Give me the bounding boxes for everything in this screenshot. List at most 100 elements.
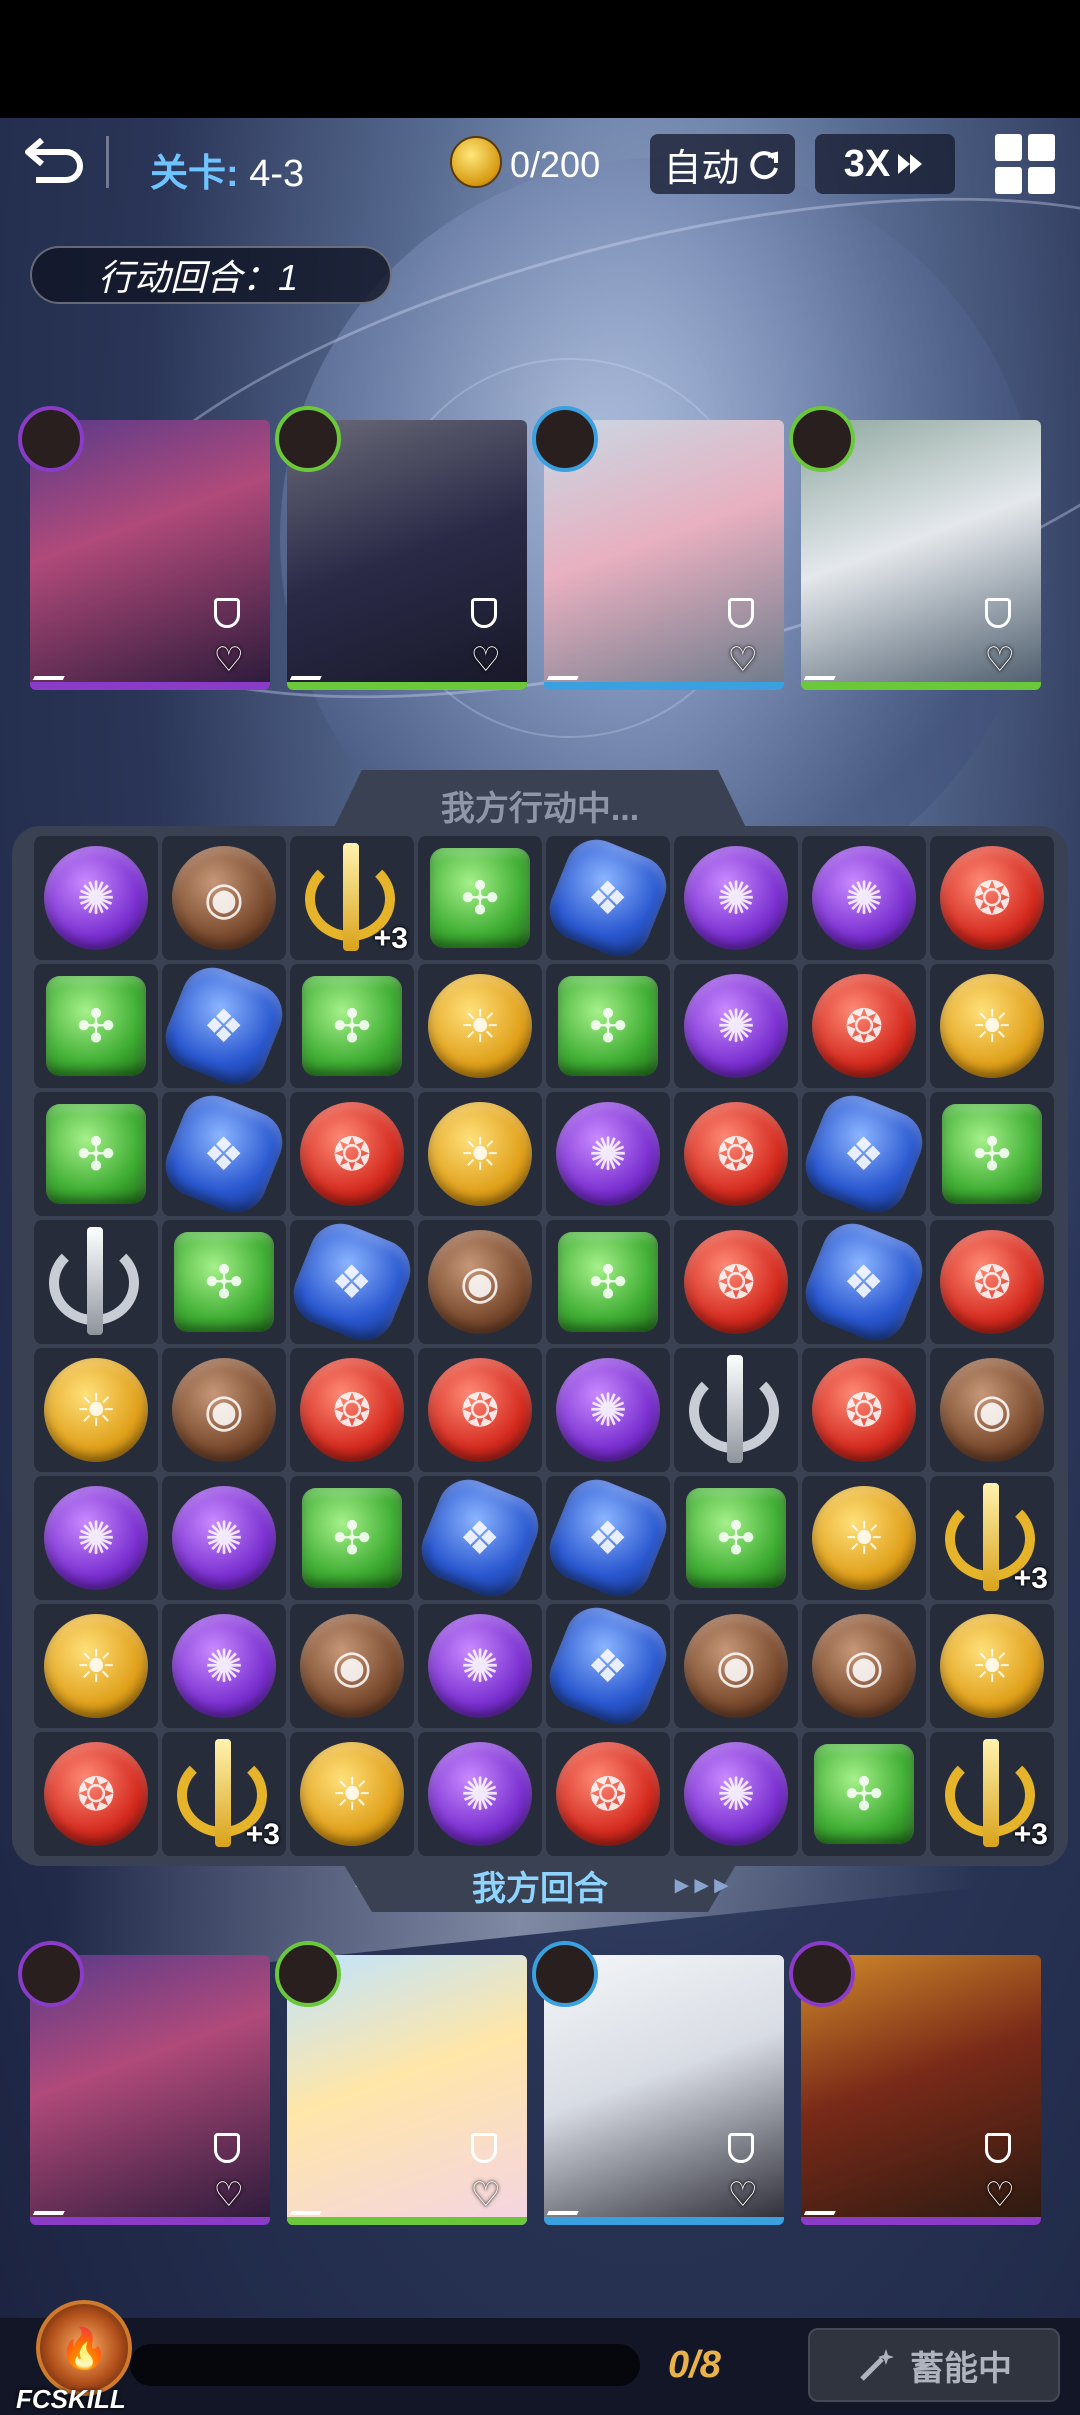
charging-button[interactable]: 蓄能中 (808, 2328, 1060, 2402)
element-strip (544, 682, 784, 690)
board-cell[interactable] (674, 1348, 798, 1472)
board-cell[interactable]: ◉ (162, 836, 286, 960)
board-cell[interactable]: ✣ (674, 1476, 798, 1600)
board-cell[interactable]: ☀ (290, 1732, 414, 1856)
board-cell[interactable]: ❖ (796, 1086, 932, 1222)
back-button[interactable] (22, 132, 86, 192)
back-arrow-icon (25, 137, 83, 183)
ally-card[interactable]: ♡ (789, 1941, 1041, 2225)
coin-icon (450, 136, 502, 188)
auto-button[interactable]: 自动 (650, 134, 795, 194)
board-cell[interactable]: +3 (162, 1732, 286, 1856)
board-cell[interactable]: ✣ (34, 1092, 158, 1216)
board-cell[interactable]: ☀ (930, 1604, 1054, 1728)
board-cell[interactable]: +3 (290, 836, 414, 960)
element-strip (287, 2217, 527, 2225)
board-cell[interactable]: ❖ (156, 958, 292, 1094)
red-gem-icon: ❂ (684, 1230, 788, 1334)
board-cell[interactable]: ◉ (802, 1604, 926, 1728)
board-cell[interactable]: ◉ (418, 1220, 542, 1344)
board-cell[interactable]: ❂ (546, 1732, 670, 1856)
board-cell[interactable]: ✺ (674, 964, 798, 1088)
enemy-card[interactable]: ♡ (532, 406, 784, 690)
hp-stat: ♡ (985, 640, 1023, 680)
fast-forward-icon (898, 154, 923, 174)
board-cell[interactable]: ✣ (290, 964, 414, 1088)
board-cell[interactable]: ✺ (418, 1604, 542, 1728)
action-turn-counter: 行动回合：1 (30, 246, 392, 304)
purple-gem-icon: ✺ (44, 1486, 148, 1590)
board-cell[interactable]: ❂ (34, 1732, 158, 1856)
board-cell[interactable]: ❂ (930, 1220, 1054, 1344)
board-cell[interactable]: ✣ (290, 1476, 414, 1600)
board-cell[interactable]: ✣ (34, 964, 158, 1088)
board-cell[interactable]: ❂ (418, 1348, 542, 1472)
board-cell[interactable] (34, 1220, 158, 1344)
ally-card[interactable]: ♡ (18, 1941, 270, 2225)
board-cell[interactable]: ✺ (546, 1092, 670, 1216)
board-cell[interactable]: ✺ (418, 1732, 542, 1856)
board-cell[interactable]: ☀ (34, 1604, 158, 1728)
board-cell[interactable]: ✣ (418, 836, 542, 960)
board-cell[interactable]: ☀ (418, 964, 542, 1088)
level-indicator: 关卡: 4-3 (150, 142, 304, 197)
board-cell[interactable]: ✺ (802, 836, 926, 960)
enemy-card[interactable]: ♡ (18, 406, 270, 690)
enemy-card[interactable]: ♡ (789, 406, 1041, 690)
hp-stat: ♡ (471, 640, 509, 680)
enemy-card[interactable]: ♡ (275, 406, 527, 690)
shield-icon (214, 598, 240, 628)
ally-card[interactable]: ♡ (275, 1941, 527, 2225)
board-cell[interactable]: ✺ (34, 836, 158, 960)
board-cell[interactable]: +3 (930, 1732, 1054, 1856)
board-cell[interactable]: ❂ (674, 1092, 798, 1216)
board-cell[interactable]: ❖ (540, 1470, 676, 1606)
board-cell[interactable]: ❂ (930, 836, 1054, 960)
heart-icon: ♡ (984, 2176, 1015, 2214)
board-cell[interactable]: ✣ (546, 964, 670, 1088)
ally-card[interactable]: ♡ (532, 1941, 784, 2225)
blue-gem-icon: ❖ (284, 1214, 420, 1350)
grid-menu-icon[interactable] (995, 134, 1055, 194)
green-gem-icon: ✣ (302, 976, 402, 1076)
board-cell[interactable]: ✺ (546, 1348, 670, 1472)
board-cell[interactable]: ❂ (290, 1092, 414, 1216)
board-cell[interactable]: ❖ (284, 1214, 420, 1350)
board-cell[interactable]: ❖ (412, 1470, 548, 1606)
shield-stat (214, 2133, 248, 2163)
board-cell[interactable]: ☀ (802, 1476, 926, 1600)
board-cell[interactable]: ☀ (34, 1348, 158, 1472)
board-cell[interactable]: ☀ (418, 1092, 542, 1216)
board-cell[interactable]: ✺ (162, 1476, 286, 1600)
board-cell[interactable]: ✺ (162, 1604, 286, 1728)
board-cell[interactable]: ❖ (540, 1598, 676, 1734)
board-cell[interactable]: ❖ (796, 1214, 932, 1350)
board-cell[interactable]: ✣ (546, 1220, 670, 1344)
board-cell[interactable]: ◉ (674, 1604, 798, 1728)
board-cell[interactable]: ◉ (162, 1348, 286, 1472)
board-cell[interactable]: ◉ (930, 1348, 1054, 1472)
board-cell[interactable]: ✣ (930, 1092, 1054, 1216)
board-cell[interactable]: ✣ (802, 1732, 926, 1856)
board-cell[interactable]: ✺ (674, 836, 798, 960)
board-cell[interactable]: ◉ (290, 1604, 414, 1728)
level-key: 关卡: (150, 153, 239, 195)
hp-stat: ♡ (214, 640, 252, 680)
red-gem-icon: ❂ (428, 1358, 532, 1462)
yellow-gem-icon: ☀ (940, 1614, 1044, 1718)
blue-gem-icon: ❖ (540, 1470, 676, 1606)
board-cell[interactable]: ❂ (674, 1220, 798, 1344)
board-cell[interactable]: ❖ (156, 1086, 292, 1222)
fcskill-button[interactable]: 🔥 FCSKILL (16, 2300, 146, 2415)
board-cell[interactable]: ❂ (290, 1348, 414, 1472)
board-cell[interactable]: ✺ (34, 1476, 158, 1600)
purple-gem-icon: ✺ (172, 1486, 276, 1590)
board-cell[interactable]: ✣ (162, 1220, 286, 1344)
speed-button[interactable]: 3X (815, 134, 955, 194)
board-cell[interactable]: ❖ (540, 830, 676, 966)
board-cell[interactable]: ✺ (674, 1732, 798, 1856)
board-cell[interactable]: ☀ (930, 964, 1054, 1088)
board-cell[interactable]: +3 (930, 1476, 1054, 1600)
board-cell[interactable]: ❂ (802, 1348, 926, 1472)
board-cell[interactable]: ❂ (802, 964, 926, 1088)
